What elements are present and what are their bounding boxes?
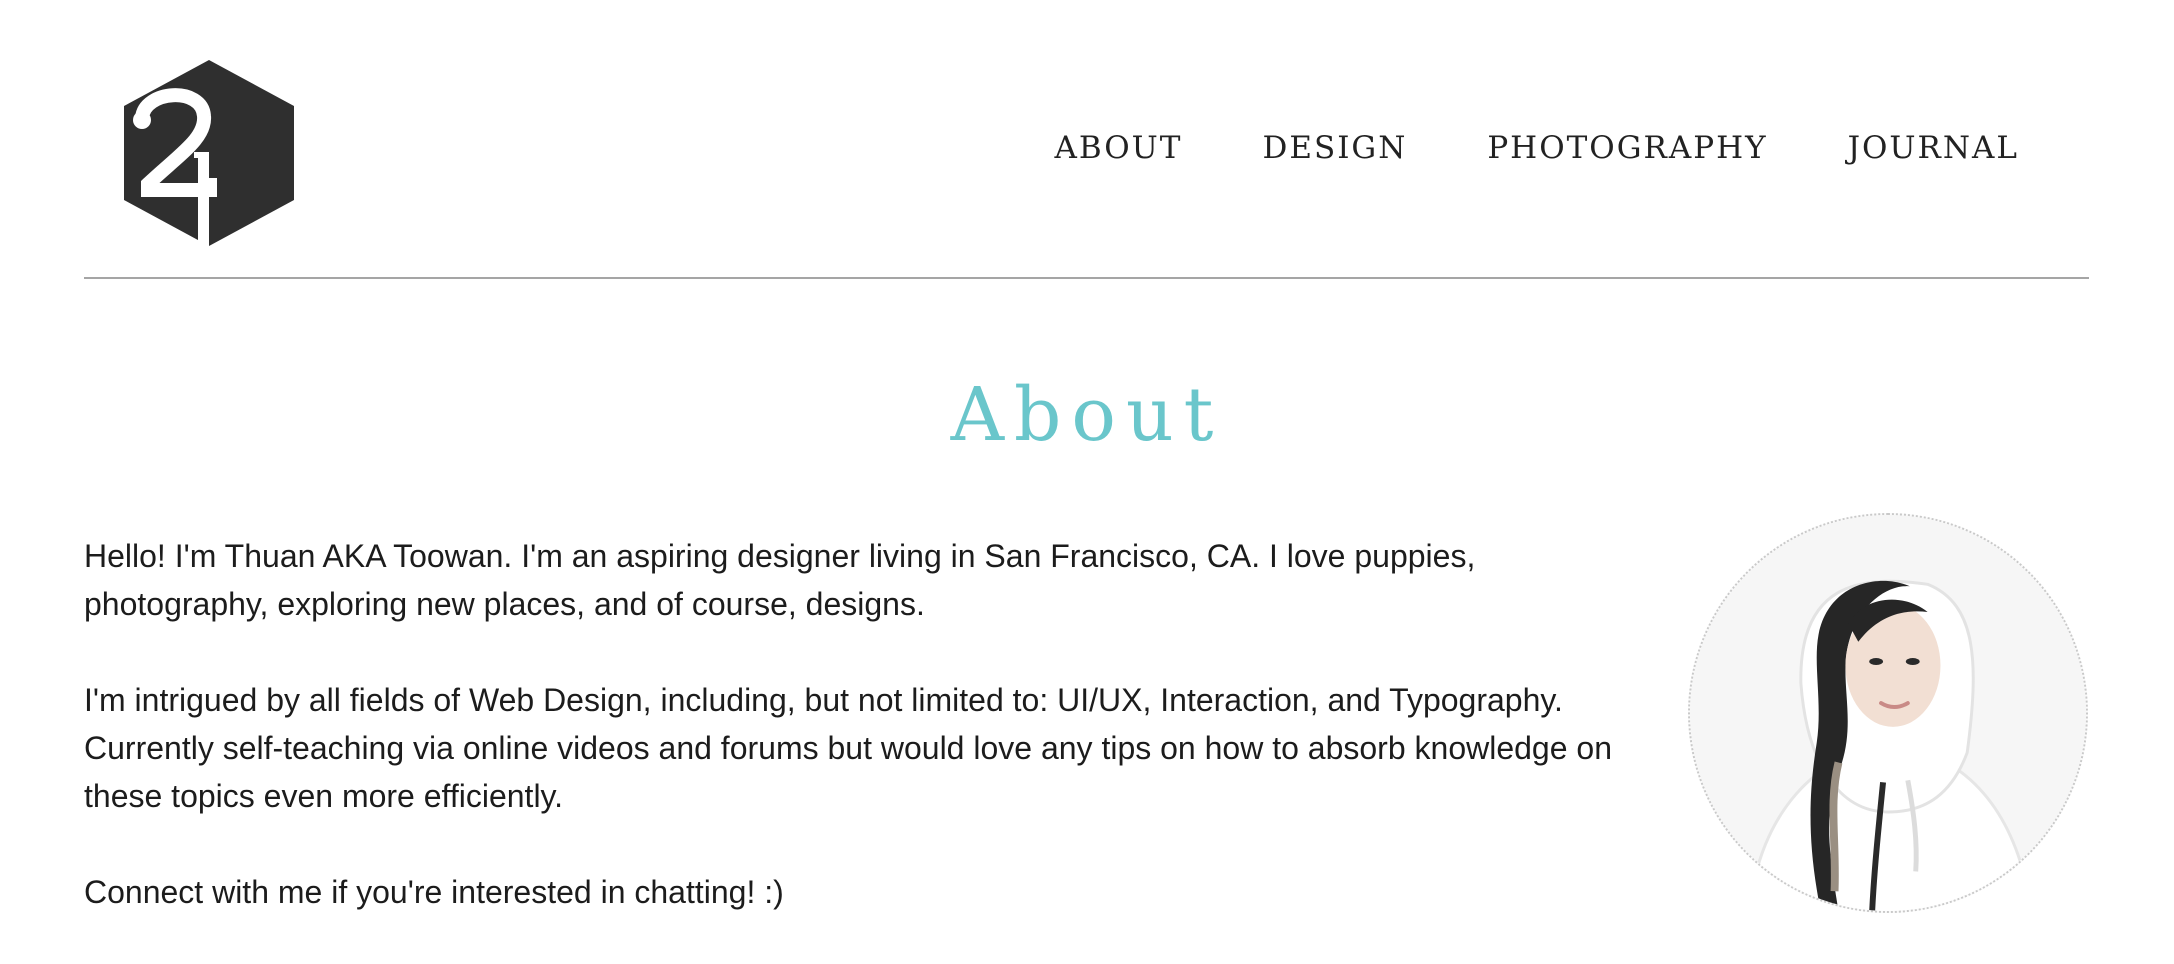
- nav-link-journal[interactable]: JOURNAL: [1848, 128, 2019, 168]
- nav-link-design[interactable]: DESIGN: [1262, 128, 1407, 168]
- site-logo[interactable]: [124, 60, 294, 246]
- nav-link-photography[interactable]: PHOTOGRAPHY: [1487, 128, 1767, 168]
- portrait-image: [1690, 515, 2086, 911]
- profile-photo: [1688, 513, 2088, 913]
- nav-link-about[interactable]: ABOUT: [1055, 128, 1183, 168]
- about-paragraph-interests: I'm intrigued by all fields of Web Desig…: [84, 682, 1612, 814]
- main-nav: ABOUT DESIGN PHOTOGRAPHY JOURNAL: [1055, 128, 2020, 168]
- about-paragraph-intro: Hello! I'm Thuan AKA Toowan. I'm an aspi…: [84, 538, 1476, 622]
- page-title: About: [950, 372, 1224, 458]
- site-header: ABOUT DESIGN PHOTOGRAPHY JOURNAL: [84, 0, 2089, 279]
- about-text: Hello! I'm Thuan AKA Toowan. I'm an aspi…: [84, 532, 1644, 964]
- hexagon-21-logo-icon: [124, 60, 294, 246]
- about-paragraph-connect: Connect with me if you're interested in …: [84, 874, 784, 910]
